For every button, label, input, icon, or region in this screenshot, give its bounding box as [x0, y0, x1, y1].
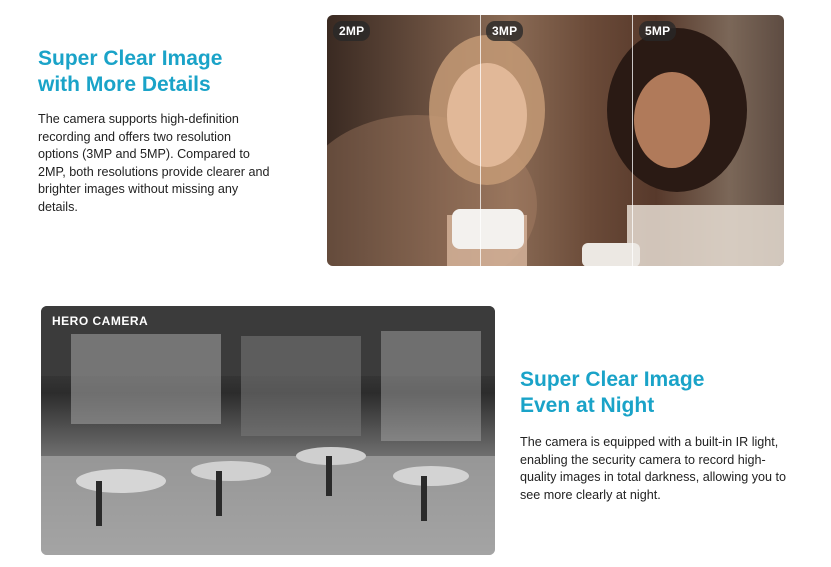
label-3mp: 3MP — [486, 21, 524, 41]
night-vision-description: The camera is equipped with a built-in I… — [520, 435, 787, 502]
night-vision-image: HERO CAMERA — [41, 306, 495, 555]
label-5mp: 5MP — [639, 21, 677, 41]
resolution-comparison-photo — [327, 28, 784, 266]
night-vision-heading: Super Clear Image Even at Night — [520, 368, 705, 417]
resolution-comparison-image: 2MP 3MP 5MP — [327, 15, 784, 266]
hero-camera-label: HERO CAMERA — [52, 314, 149, 328]
resolution-divider — [480, 15, 481, 266]
night-vision-photo — [41, 306, 495, 555]
clear-image-description: The camera supports high-definition reco… — [38, 112, 270, 214]
resolution-divider — [632, 15, 633, 266]
clear-image-heading: Super Clear Image with More Details — [38, 47, 223, 96]
label-2mp: 2MP — [333, 21, 371, 41]
